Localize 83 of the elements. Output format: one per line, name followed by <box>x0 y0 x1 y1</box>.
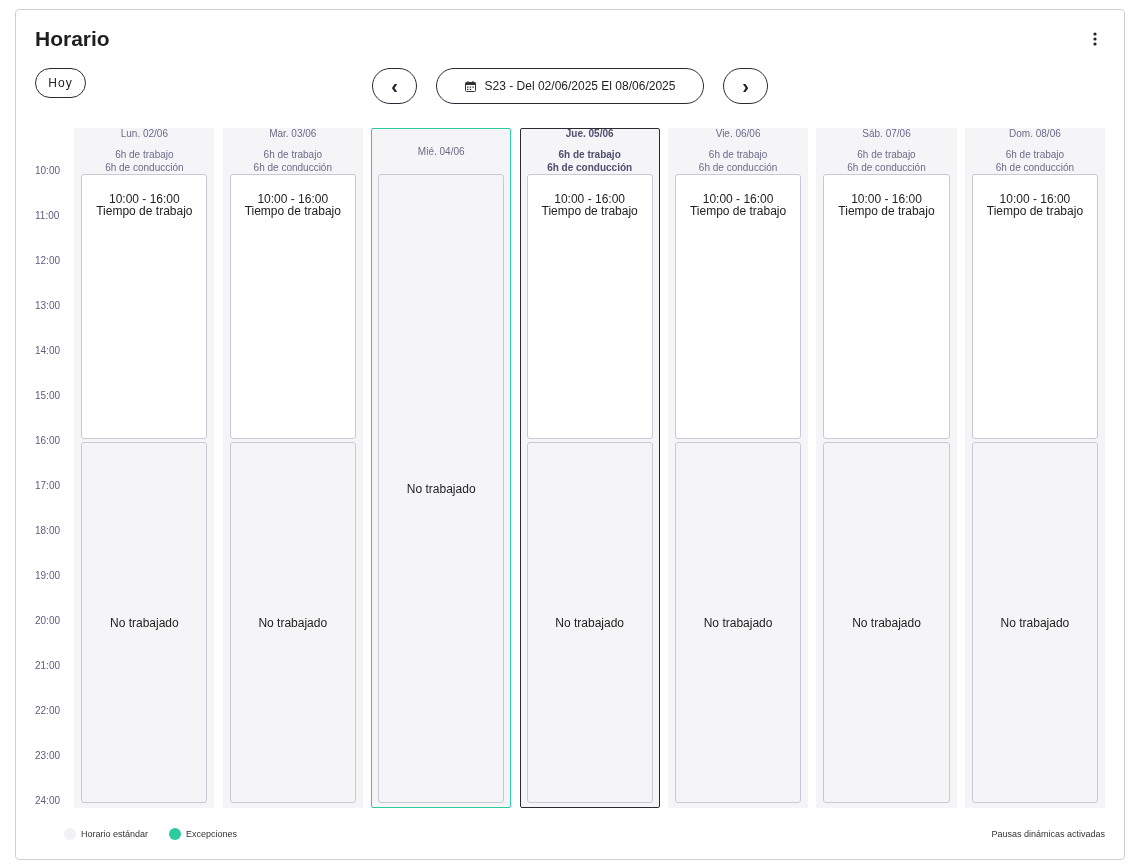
hour-label: 13:00 <box>35 299 62 313</box>
block-label: Tiempo de trabajo <box>986 205 1084 217</box>
work-block[interactable]: 10:00 - 16:00 Tiempo de trabajo <box>675 174 802 439</box>
day-column[interactable]: Vie. 06/06 6h de trabajo 6h de conducción 10:00 - 16:00 Tiempo de trabajo No trabajado <box>668 128 809 808</box>
not-worked-block[interactable]: No trabajado <box>229 442 356 803</box>
day-summary: 6h de trabajo <box>1005 148 1065 161</box>
work-block[interactable]: 10:00 - 16:00 Tiempo de trabajo <box>229 174 356 439</box>
day-label: Lun. 02/06 <box>120 129 168 139</box>
hour-label: 11:00 <box>35 209 61 223</box>
work-block[interactable]: 10:00 - 16:00 Tiempo de trabajo <box>526 174 653 439</box>
block-label: No trabajado <box>703 615 773 630</box>
block-time: 10:00 - 16:00 <box>999 193 1071 205</box>
block-label: No trabajado <box>852 615 921 630</box>
block-time: 10:00 - 16:00 <box>554 193 625 205</box>
day-label: Jue. 05/06 <box>565 129 614 139</box>
day-summary: 6h de conducción <box>698 161 778 174</box>
day-column[interactable]: Lun. 02/06 6h de trabajo 6h de conducción 10:00 - 16:00 Tiempo de trabajo No trabajado <box>74 128 215 808</box>
day-summary: 6h de conducción <box>847 161 926 174</box>
not-worked-block[interactable]: No trabajado <box>378 174 505 803</box>
block-label: No trabajado <box>258 615 328 630</box>
hour-label: 23:00 <box>35 749 62 763</box>
block-time: 10:00 - 16:00 <box>851 193 922 205</box>
hour-label: 20:00 <box>35 614 62 628</box>
not-worked-block[interactable]: No trabajado <box>971 442 1098 803</box>
hour-label: 24:00 <box>35 794 62 808</box>
legend-label: Horario estándar <box>81 829 149 839</box>
day-summary: 6h de conducción <box>253 161 332 174</box>
hour-label: 10:00 <box>35 164 62 178</box>
block-label: Tiempo de trabajo <box>96 205 193 217</box>
not-worked-block[interactable]: No trabajado <box>675 442 802 803</box>
legend-label: Excepciones <box>186 829 238 839</box>
day-summary: 6h de conducción <box>995 161 1075 174</box>
block-time: 10:00 - 16:00 <box>109 193 180 205</box>
day-column[interactable]: Mar. 03/06 6h de trabajo 6h de conducción 10:00 - 16:00 Tiempo de trabajo No trabajado <box>222 128 363 808</box>
hour-label: 19:00 <box>35 569 62 583</box>
day-summary: 6h de conducción <box>105 161 184 174</box>
day-label: Sáb. 07/06 <box>862 129 911 139</box>
hour-label: 21:00 <box>35 659 62 673</box>
previous-week-button[interactable]: ‹ <box>372 68 417 104</box>
work-block[interactable]: 10:00 - 16:00 Tiempo de trabajo <box>971 174 1098 439</box>
day-column[interactable]: Mié. 04/06 No trabajado <box>371 128 512 808</box>
work-block[interactable]: 10:00 - 16:00 Tiempo de trabajo <box>81 174 208 439</box>
week-range-button[interactable]: S23 - Del 02/06/2025 El 08/06/2025 <box>436 68 704 104</box>
hour-label: 17:00 <box>35 479 62 493</box>
page-title: Horario <box>35 27 110 51</box>
next-week-button[interactable]: › <box>723 68 768 104</box>
day-label: Dom. 08/06 <box>1009 129 1061 139</box>
block-label: No trabajado <box>555 615 624 630</box>
footer-note: Pausas dinámicas activadas <box>991 829 1105 839</box>
block-label: Tiempo de trabajo <box>244 205 341 217</box>
block-label: No trabajado <box>110 615 179 630</box>
work-block[interactable]: 10:00 - 16:00 Tiempo de trabajo <box>823 174 950 439</box>
not-worked-block[interactable]: No trabajado <box>823 442 950 803</box>
hour-label: 22:00 <box>35 704 62 718</box>
block-label: Tiempo de trabajo <box>838 205 935 217</box>
block-label: Tiempo de trabajo <box>689 205 787 217</box>
day-column[interactable]: Sáb. 07/06 6h de trabajo 6h de conducción 10:00 - 16:00 Tiempo de trabajo No trabajado <box>816 128 957 808</box>
day-label: Vie. 06/06 <box>715 129 761 139</box>
today-button[interactable]: Hoy <box>35 68 86 98</box>
not-worked-block[interactable]: No trabajado <box>526 442 653 803</box>
day-summary: 6h de conducción <box>547 161 633 174</box>
hour-label: 12:00 <box>35 254 62 268</box>
day-label: Mié. 04/06 <box>417 146 465 157</box>
block-label: Tiempo de trabajo <box>541 205 638 217</box>
hour-label: 15:00 <box>35 389 62 403</box>
hour-label: 18:00 <box>35 524 62 538</box>
block-label: No trabajado <box>1000 615 1070 630</box>
not-worked-block[interactable]: No trabajado <box>81 442 208 803</box>
hour-label: 14:00 <box>35 344 62 358</box>
day-summary: 6h de trabajo <box>708 148 768 161</box>
day-column[interactable]: Jue. 05/06 6h de trabajo 6h de conducción 10:00 - 16:00 Tiempo de trabajo No trabajado <box>519 128 660 808</box>
day-column[interactable]: Dom. 08/06 6h de trabajo 6h de conducción 10:00 - 16:00 Tiempo de trabajo No trabajado <box>964 128 1105 808</box>
calendar-icon <box>464 80 476 92</box>
day-label: Mar. 03/06 <box>269 129 317 139</box>
hour-label: 16:00 <box>35 434 62 448</box>
block-time: 10:00 - 16:00 <box>257 193 329 205</box>
day-summary: 6h de trabajo <box>263 148 322 161</box>
block-time: 10:00 - 16:00 <box>702 193 774 205</box>
day-summary: 6h de trabajo <box>558 148 621 161</box>
day-summary: 6h de trabajo <box>857 148 916 161</box>
day-summary: 6h de trabajo <box>115 148 174 161</box>
block-label: No trabajado <box>406 481 476 496</box>
more-options-icon[interactable] <box>1093 32 1097 46</box>
